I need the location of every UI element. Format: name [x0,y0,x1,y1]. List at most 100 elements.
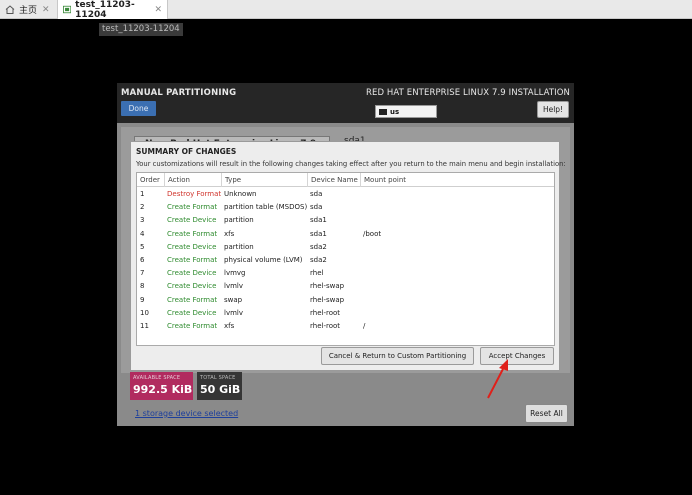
cell-action: Destroy Format [167,190,222,198]
cell-type: Unknown [224,190,257,198]
cell-order: 4 [140,229,145,238]
cell-order: 6 [140,256,145,264]
tab-vm[interactable]: test_11203-11204 ✕ [57,0,168,20]
cell-device: sda [310,190,323,198]
cell-device: sda2 [310,256,327,264]
available-space-box: AVAILABLE SPACE 992.5 KiB [130,372,193,400]
table-row[interactable]: 9 Create Format swap rhel-swap [137,294,554,307]
cell-type: lvmvg [224,269,246,278]
cell-action: Create Device [167,269,217,278]
table-row[interactable]: 7 Create Device lvmvg rhel [137,267,554,280]
cell-device: rhel-swap [310,282,345,291]
cancel-and-return-button[interactable]: Cancel & Return to Custom Partitioning [321,347,474,365]
cell-mount [360,267,363,280]
cell-action: Create Format [167,295,218,304]
column-header-mount-point[interactable]: Mount point [360,173,554,187]
cell-order: 2 [140,203,145,212]
cell-order: 1 [140,190,145,198]
cell-type: xfs [224,322,235,330]
cell-action: Create Device [167,282,217,291]
cell-order: 5 [140,242,145,251]
cell-mount: /boot [363,229,382,238]
cell-type: physical volume (LVM) [224,256,303,264]
keyboard-icon [379,108,387,115]
cell-device: rhel-swap [310,295,345,304]
dialog-description: Your customizations will result in the f… [136,160,566,168]
cell-device: rhel [310,269,324,278]
screen: 主页 ✕ test_11203-11204 ✕ test_11203-11204… [0,0,692,495]
cell-device: rhel-root [310,308,341,317]
cell-type: partition table (MSDOS) [224,203,308,212]
cell-mount [360,214,363,227]
storage-devices-link[interactable]: 1 storage device selected [135,409,238,418]
table-row[interactable]: 5 Create Device partition sda2 [137,241,554,254]
cell-type: lvmlv [224,308,243,317]
cell-mount [360,188,363,201]
table-row[interactable]: 4 Create Format xfs sda1/boot [137,228,554,241]
cell-action: Create Device [167,216,217,225]
table-row[interactable]: 2 Create Format partition table (MSDOS) sda [137,201,554,214]
home-icon [5,5,15,14]
cell-mount [360,307,363,320]
keyboard-layout-label: us [390,107,400,116]
column-header-type[interactable]: Type [221,173,307,187]
cell-type: xfs [224,229,235,238]
tab-vm-label: test_11203-11204 [75,0,135,20]
total-space-label: TOTAL SPACE [200,375,236,381]
cell-action: Create Format [167,229,218,238]
cell-type: swap [224,295,243,304]
close-icon[interactable]: ✕ [154,5,162,15]
cell-action: Create Format [167,256,218,264]
table-row[interactable]: 6 Create Format physical volume (LVM) sda2 [137,254,554,267]
cell-mount [360,280,363,293]
table-row[interactable]: 3 Create Device partition sda1 [137,214,554,227]
column-header-action[interactable]: Action [164,173,221,187]
dialog-title: SUMMARY OF CHANGES [136,147,237,156]
cell-type: partition [224,216,254,225]
installer-header: MANUAL PARTITIONING Done RED HAT ENTERPR… [117,83,574,123]
cell-device: sda1 [310,216,327,225]
table-row[interactable]: 11 Create Format xfs rhel-root / [137,320,554,333]
cell-type: lvmlv [224,282,243,291]
cell-mount [360,201,363,214]
help-button[interactable]: Help! [537,101,569,118]
column-header-device-name[interactable]: Device Name [307,173,360,187]
table-row[interactable]: 1 Destroy Format Unknown sda [137,188,554,201]
cell-order: 10 [140,308,149,317]
cell-order: 9 [140,295,145,304]
cell-device: sda2 [310,242,327,251]
product-title: RED HAT ENTERPRISE LINUX 7.9 INSTALLATIO… [365,88,570,98]
table-row[interactable]: 10 Create Device lvmlv rhel-root [137,307,554,320]
available-space-value: 992.5 KiB [133,383,193,396]
cell-order: 7 [140,269,145,278]
table-row[interactable]: 8 Create Device lvmlv rhel-swap [137,280,554,293]
cell-action: Create Device [167,308,217,317]
total-space-box: TOTAL SPACE 50 GiB [197,372,242,400]
reset-all-button[interactable]: Reset All [525,404,568,423]
cell-order: 11 [140,322,149,330]
tab-home[interactable]: 主页 ✕ [0,0,56,19]
cell-mount: / [363,322,366,330]
total-space-value: 50 GiB [200,383,241,396]
cell-action: Create Format [167,322,218,330]
available-space-label: AVAILABLE SPACE [133,375,181,381]
changes-table: Order Action Type Device Name Mount poin… [136,172,555,346]
tab-strip: 主页 ✕ test_11203-11204 ✕ [0,0,692,20]
page-title: MANUAL PARTITIONING [121,88,237,98]
cell-order: 8 [140,282,145,291]
cell-action: Create Device [167,242,217,251]
vm-icon [63,5,72,14]
cell-mount [360,294,363,307]
close-icon[interactable]: ✕ [42,5,50,15]
cell-device: rhel-root [310,322,341,330]
cell-device: sda1 [310,229,327,238]
summary-of-changes-dialog: SUMMARY OF CHANGES Your customizations w… [130,141,566,371]
cell-type: partition [224,242,254,251]
cell-mount [360,254,363,267]
done-button[interactable]: Done [121,101,156,116]
keyboard-layout-indicator[interactable]: us [375,105,437,118]
accept-changes-button[interactable]: Accept Changes [480,347,554,365]
column-header-order[interactable]: Order [137,173,164,187]
cell-device: sda [310,203,323,212]
vm-name-tag: test_11203-11204 [99,23,183,36]
